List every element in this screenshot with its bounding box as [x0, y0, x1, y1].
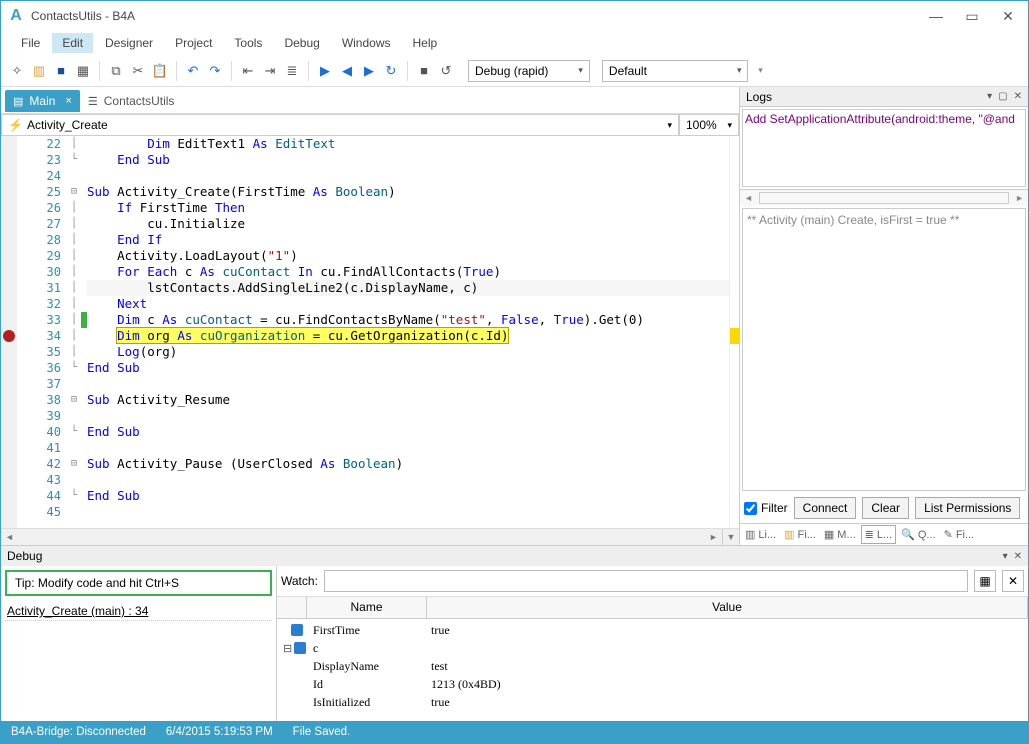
member-combo[interactable]: ⚡ Activity_Create ▾	[1, 114, 679, 136]
open-icon[interactable]: ▥	[29, 61, 49, 81]
status-msg: File Saved.	[293, 726, 351, 738]
debug-close-icon[interactable]: ✕	[1014, 551, 1022, 562]
menubar: File Edit Designer Project Tools Debug W…	[1, 31, 1028, 55]
tab-contactsutils[interactable]: ☰ ContactsUtils	[80, 90, 183, 112]
watch-calc-icon[interactable]: ▦	[974, 570, 996, 592]
menu-debug[interactable]: Debug	[274, 33, 329, 53]
menu-help[interactable]: Help	[403, 33, 448, 53]
logs-compile-box: Add SetApplicationAttribute(android:them…	[742, 109, 1026, 187]
close-button[interactable]: ✕	[994, 6, 1022, 26]
right-tab-modules[interactable]: ▦M...	[821, 526, 859, 543]
paste-icon[interactable]: 📋	[150, 61, 170, 81]
menu-project[interactable]: Project	[165, 33, 222, 53]
filter-checkbox[interactable]: Filter	[744, 501, 788, 515]
debug-header: Debug ▾ ✕	[1, 546, 1028, 566]
variable-row[interactable]: Id1213 (0x4BD)	[283, 675, 1022, 693]
debug-title: Debug	[7, 549, 42, 563]
run-icon[interactable]: ▶	[315, 61, 335, 81]
call-stack-item[interactable]: Activity_Create (main) : 34	[5, 602, 272, 621]
watch-label: Watch:	[281, 574, 318, 588]
watch-input[interactable]	[324, 570, 968, 592]
tab-main-label: Main	[29, 94, 55, 108]
right-tab-quicksearch[interactable]: 🔍Q...	[898, 526, 938, 543]
panel-menu-icon[interactable]: ▾	[987, 91, 992, 102]
right-tab-find[interactable]: ✎Fi...	[941, 526, 978, 543]
logs-compile-hscroll[interactable]: ◄ ►	[740, 189, 1028, 206]
nav-back-icon[interactable]: ◀	[337, 61, 357, 81]
tab-main[interactable]: ▤ Main ×	[5, 90, 80, 112]
module-icon[interactable]: ▦	[73, 61, 93, 81]
menu-windows[interactable]: Windows	[332, 33, 401, 53]
restart-icon[interactable]: ↻	[381, 61, 401, 81]
debug-menu-icon[interactable]: ▾	[1003, 551, 1008, 562]
variable-row[interactable]: IsInitializedtrue	[283, 693, 1022, 711]
maximize-button[interactable]: ▭	[958, 6, 986, 26]
new-icon[interactable]: ✧	[7, 61, 27, 81]
menu-designer[interactable]: Designer	[95, 33, 163, 53]
undo-icon[interactable]: ↶	[183, 61, 203, 81]
module-icon: ▤	[13, 95, 23, 108]
logs-runtime-box: ** Activity (main) Create, isFirst = tru…	[742, 208, 1026, 491]
module-icon: ☰	[88, 95, 98, 108]
menu-edit[interactable]: Edit	[52, 33, 93, 53]
target-combo[interactable]: Default▾	[602, 60, 749, 82]
title-bar: A ContactsUtils - B4A — ▭ ✕	[1, 1, 1028, 31]
variables-header: Name Value	[277, 597, 1028, 619]
outdent-icon[interactable]: ⇤	[238, 61, 258, 81]
variable-row[interactable]: DisplayNametest	[283, 657, 1022, 675]
toolbar: ✧ ▥ ■ ▦ ⧉ ✂ 📋 ↶ ↷ ⇤ ⇥ ≣ ▶ ◀ ▶ ↻ ■ ↺ Debu…	[1, 55, 1028, 87]
tab-other-label: ContactsUtils	[104, 94, 175, 108]
window-title: ContactsUtils - B4A	[31, 9, 135, 23]
build-config-combo[interactable]: Debug (rapid)▾	[468, 60, 590, 82]
variable-row[interactable]: FirstTimetrue	[283, 621, 1022, 639]
cut-icon[interactable]: ✂	[128, 61, 148, 81]
logs-header: Logs ▾ ▢ ✕	[740, 87, 1028, 107]
save-icon[interactable]: ■	[51, 61, 71, 81]
stop-icon[interactable]: ■	[414, 61, 434, 81]
menu-file[interactable]: File	[11, 33, 50, 53]
list-permissions-button[interactable]: List Permissions	[915, 497, 1020, 519]
minimize-button[interactable]: —	[922, 6, 950, 26]
menu-tools[interactable]: Tools	[224, 33, 272, 53]
redo-icon[interactable]: ↷	[205, 61, 225, 81]
right-tab-logs[interactable]: ≣L...	[861, 525, 897, 544]
connect-button[interactable]: Connect	[794, 497, 857, 519]
comment-icon[interactable]: ≣	[282, 61, 302, 81]
right-tab-files[interactable]: ▥Fi...	[781, 526, 819, 543]
zoom-combo[interactable]: 100%▾	[679, 114, 739, 136]
status-bar: B4A-Bridge: Disconnected 6/4/2015 5:19:5…	[1, 721, 1028, 743]
editor-tabs: ▤ Main × ☰ ContactsUtils	[1, 87, 739, 113]
watch-clear-icon[interactable]: ✕	[1002, 570, 1024, 592]
clear-button[interactable]: Clear	[862, 497, 909, 519]
lightning-icon: ⚡	[8, 118, 23, 132]
indent-icon[interactable]: ⇥	[260, 61, 280, 81]
tip-box: Tip: Modify code and hit Ctrl+S	[5, 570, 272, 596]
toolbar-overflow-icon[interactable]: ▾	[750, 61, 770, 81]
variable-row[interactable]: ⊟c	[283, 639, 1022, 657]
nav-fwd-icon[interactable]: ▶	[359, 61, 379, 81]
status-time: 6/4/2015 5:19:53 PM	[166, 726, 273, 738]
close-tab-icon[interactable]: ×	[65, 95, 71, 107]
close-panel-icon[interactable]: ✕	[1014, 91, 1022, 102]
logs-title: Logs	[746, 90, 772, 104]
step-icon[interactable]: ↺	[436, 61, 456, 81]
status-bridge: B4A-Bridge: Disconnected	[11, 726, 146, 738]
editor-hscroll[interactable]: ◄►▼	[1, 528, 739, 545]
pin-icon[interactable]: ▢	[998, 91, 1007, 102]
right-tab-libraries[interactable]: ▥Li...	[742, 526, 779, 543]
copy-icon[interactable]: ⧉	[106, 61, 126, 81]
code-editor[interactable]: 2223242526272829303132333435363738394041…	[1, 136, 739, 528]
app-icon: A	[7, 7, 25, 25]
